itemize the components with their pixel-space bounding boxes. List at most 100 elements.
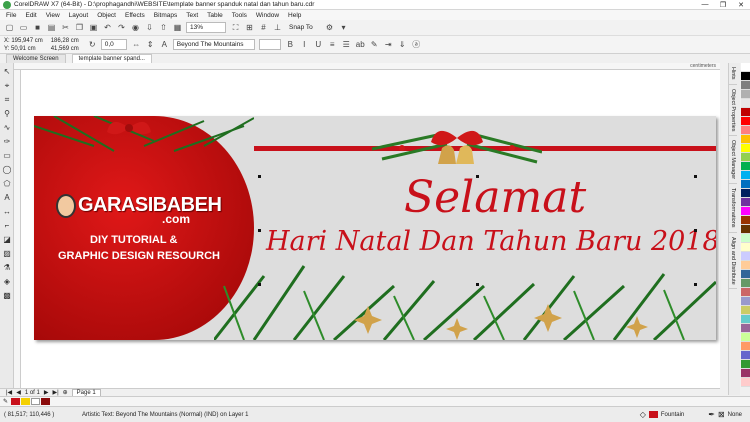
palette-swatch[interactable] — [741, 108, 750, 117]
vertical-ruler[interactable] — [14, 70, 21, 388]
palette-swatch[interactable] — [741, 135, 750, 144]
banner-artwork[interactable]: GARASIBABEH .com DIY TUTORIAL & GRAPHIC … — [34, 116, 716, 340]
cut-icon[interactable]: ✂ — [60, 22, 71, 33]
menu-object[interactable]: Object — [97, 12, 116, 19]
doc-swatch-darkred[interactable] — [41, 398, 51, 405]
selection-handle-ne[interactable] — [694, 175, 697, 178]
menu-text[interactable]: Text — [186, 12, 198, 19]
bullets-icon[interactable]: ☰ — [341, 39, 352, 50]
palette-swatch[interactable] — [741, 180, 750, 189]
zoom-tool-icon[interactable]: ⚲ — [2, 109, 12, 119]
menu-help[interactable]: Help — [288, 12, 301, 19]
align-icon[interactable]: ≡ — [327, 39, 338, 50]
underline-icon[interactable]: U — [313, 39, 324, 50]
palette-swatch[interactable] — [741, 63, 750, 72]
ellipse-tool-icon[interactable]: ◯ — [2, 165, 12, 175]
freehand-tool-icon[interactable]: ∿ — [2, 123, 12, 133]
font-size-select[interactable] — [258, 39, 281, 50]
drop-shadow-icon[interactable]: ◪ — [2, 235, 12, 245]
palette-swatch[interactable] — [741, 342, 750, 351]
palette-swatch[interactable] — [741, 126, 750, 135]
palette-swatch[interactable] — [741, 369, 750, 378]
new-document-icon[interactable]: ▢ — [4, 22, 15, 33]
menu-edit[interactable]: Edit — [25, 12, 36, 19]
paste-icon[interactable]: ▣ — [88, 22, 99, 33]
zoom-level-select[interactable]: 13% — [186, 22, 226, 33]
tab-template-banner[interactable]: template banner spand... — [71, 54, 152, 63]
publish-pdf-icon[interactable]: ▦ — [172, 22, 183, 33]
menu-bitmaps[interactable]: Bitmaps — [154, 12, 177, 19]
tab-welcome-screen[interactable]: Welcome Screen — [6, 54, 66, 63]
palette-swatch[interactable] — [741, 297, 750, 306]
palette-swatch[interactable] — [741, 324, 750, 333]
selection-handle-sw[interactable] — [258, 283, 261, 286]
palette-swatch[interactable] — [741, 207, 750, 216]
crop-tool-icon[interactable]: ⌗ — [2, 95, 12, 105]
palette-swatch[interactable] — [741, 351, 750, 360]
import-icon[interactable]: ⇩ — [144, 22, 155, 33]
show-guidelines-icon[interactable]: ⊥ — [272, 22, 283, 33]
rotation-angle-field[interactable]: 0,0 — [100, 39, 127, 50]
interactive-fill-icon[interactable]: ◈ — [2, 277, 12, 287]
palette-swatch[interactable] — [741, 306, 750, 315]
maximize-button[interactable]: ❐ — [714, 1, 732, 9]
selection-handle-nw[interactable] — [258, 175, 261, 178]
selamat-heading[interactable]: Selamat — [404, 172, 586, 223]
docker-hints[interactable]: Hints — [729, 63, 737, 85]
palette-swatch[interactable] — [741, 90, 750, 99]
doc-swatch-yellow[interactable] — [21, 398, 31, 405]
parallel-dimension-icon[interactable]: ↔ — [2, 207, 12, 217]
palette-swatch[interactable] — [741, 252, 750, 261]
menu-tools[interactable]: Tools — [232, 12, 247, 19]
palette-swatch[interactable] — [741, 81, 750, 90]
doc-swatch-white[interactable] — [31, 398, 41, 405]
copy-icon[interactable]: ❐ — [74, 22, 85, 33]
italic-icon[interactable]: I — [299, 39, 310, 50]
selection-handle-w[interactable] — [258, 229, 261, 232]
fonts-icon[interactable]: ⓐ — [411, 39, 422, 50]
outline-pen-icon[interactable]: ✒ — [708, 410, 715, 419]
polygon-tool-icon[interactable]: ⬠ — [2, 179, 12, 189]
docker-transformations[interactable]: Transformations — [729, 184, 737, 233]
selection-handle-se[interactable] — [694, 283, 697, 286]
palette-swatch[interactable] — [741, 189, 750, 198]
font-list-select[interactable]: Beyond The Mountains — [172, 39, 255, 50]
palette-swatch[interactable] — [741, 333, 750, 342]
pick-tool-icon[interactable]: ↖ — [2, 67, 12, 77]
selection-handle-e[interactable] — [694, 229, 697, 232]
menu-window[interactable]: Window — [256, 12, 279, 19]
mirror-horizontal-icon[interactable]: ⇔ — [131, 39, 142, 50]
palette-swatch[interactable] — [741, 72, 750, 81]
menu-file[interactable]: File — [6, 12, 16, 19]
palette-swatch[interactable] — [741, 279, 750, 288]
mirror-vertical-icon[interactable]: ⇕ — [145, 39, 156, 50]
palette-swatch[interactable] — [741, 243, 750, 252]
smart-fill-icon[interactable]: ▩ — [2, 291, 12, 301]
palette-swatch[interactable] — [741, 288, 750, 297]
palette-swatch[interactable] — [741, 117, 750, 126]
add-page-icon[interactable]: ⊕ — [63, 389, 68, 396]
x-position-field[interactable]: X: 195,947 cm — [4, 37, 43, 45]
palette-swatch[interactable] — [741, 162, 750, 171]
prev-page-icon[interactable]: ◀ — [16, 389, 21, 396]
close-button[interactable]: ✕ — [732, 1, 750, 9]
options-gear-icon[interactable]: ⚙ — [324, 22, 335, 33]
fill-tool-icon[interactable]: ◇ — [640, 410, 646, 419]
show-grid-icon[interactable]: # — [258, 22, 269, 33]
palette-swatch[interactable] — [741, 171, 750, 180]
menu-effects[interactable]: Effects — [125, 12, 145, 19]
print-icon[interactable]: ▤ — [46, 22, 57, 33]
menu-view[interactable]: View — [46, 12, 60, 19]
horizontal-text-icon[interactable]: ⇥ — [383, 39, 394, 50]
save-icon[interactable]: ■ — [32, 22, 43, 33]
palette-swatch[interactable] — [741, 315, 750, 324]
snap-to-dropdown[interactable]: Snap To — [286, 22, 320, 33]
y-position-field[interactable]: Y: 50,91 cm — [4, 45, 43, 53]
width-field[interactable]: 186,28 cm — [51, 37, 79, 45]
shape-tool-icon[interactable]: ⌖ — [2, 81, 12, 91]
menu-layout[interactable]: Layout — [69, 12, 89, 19]
menu-table[interactable]: Table — [207, 12, 223, 19]
height-field[interactable]: 41,569 cm — [51, 45, 79, 53]
palette-swatch[interactable] — [741, 198, 750, 207]
palette-swatch[interactable] — [741, 234, 750, 243]
